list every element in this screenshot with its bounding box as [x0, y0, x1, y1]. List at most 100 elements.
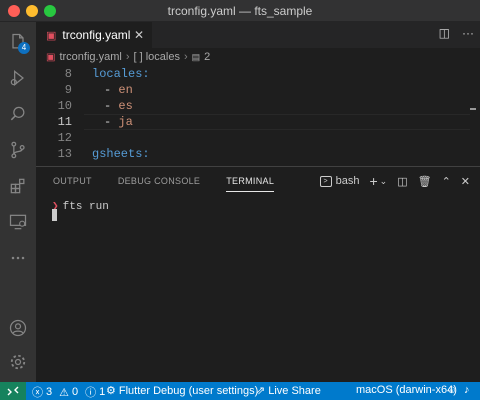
split-editor-icon[interactable]: ◫ [439, 26, 450, 40]
bottom-panel: OUTPUT DEBUG CONSOLE TERMINAL > bash + ⌄… [36, 166, 480, 382]
code-line: 8 locales: [36, 66, 480, 82]
code-line: 13 gsheets: [36, 146, 480, 162]
code-editor[interactable]: 8 locales: 9 - en 10 - es 11 - ja 12 13 … [36, 66, 480, 166]
activity-explorer[interactable]: 4 [0, 24, 36, 60]
line-number: 10 [57, 99, 72, 113]
breadcrumb-index[interactable]: 2 [204, 51, 210, 63]
panel-actions: > bash + ⌄ ◫ 🗑 ⌃ ✕ [319, 173, 470, 189]
line-number: 11 [57, 115, 72, 129]
yaml-icon: ▣ [46, 51, 56, 63]
line-number: 12 [57, 131, 72, 145]
activity-run-debug[interactable] [0, 60, 36, 96]
code-line: 12 [36, 130, 480, 146]
code-line: 10 - es [36, 98, 480, 114]
flutter-label: Flutter Debug (user settings) [118, 384, 259, 397]
window-title: trconfig.yaml — fts_sample [167, 4, 313, 18]
current-line-highlight [84, 114, 470, 130]
title-bar: trconfig.yaml — fts_sample [0, 0, 480, 22]
terminal-name: bash [335, 175, 360, 187]
activity-search[interactable] [0, 96, 36, 132]
yaml-key: gsheets: [92, 147, 150, 161]
activity-extensions[interactable] [0, 168, 36, 204]
terminal-icon: > [319, 175, 332, 187]
activity-source-control[interactable] [0, 132, 36, 168]
extensions-icon [10, 178, 25, 194]
tab-trconfig-yaml[interactable]: ▣ trconfig.yaml ✕ [36, 22, 152, 48]
explorer-badge: 4 [18, 42, 30, 54]
editor-tabs: ▣ trconfig.yaml ✕ ◫ ··· [36, 22, 480, 48]
bell-icon: ♪ [464, 384, 470, 396]
error-count: 3 [46, 386, 53, 398]
yaml-dash: - [104, 115, 119, 129]
feedback-button[interactable]: ☺ [446, 384, 457, 396]
activity-bar: 4 [0, 22, 36, 382]
error-icon: ⓧ [32, 387, 43, 399]
trash-icon[interactable]: 🗑 [418, 175, 432, 188]
terminal-cursor [52, 209, 57, 221]
activity-remote-explorer[interactable] [0, 204, 36, 240]
warning-count: 0 [72, 386, 79, 398]
line-number: 8 [64, 67, 72, 81]
editor-actions: ◫ ··· [439, 26, 474, 40]
tab-label: trconfig.yaml [62, 28, 131, 42]
remote-icon [7, 386, 19, 396]
info-icon: ⓘ [85, 387, 97, 399]
breadcrumb: ▣ trconfig.yaml › [ ] locales › ▤ 2 [36, 48, 480, 66]
yaml-dash: - [104, 83, 119, 97]
terminal-output[interactable]: ❯ fts run [52, 199, 109, 213]
terminal-selector[interactable]: > bash [319, 175, 360, 187]
ellipsis-icon [11, 256, 25, 260]
yaml-icon: ▣ [46, 29, 57, 42]
maximize-panel-icon[interactable]: ⌃ [442, 175, 451, 188]
code-line-active: 11 - ja [36, 114, 480, 130]
device-label: macOS (darwin-x64) [356, 384, 457, 396]
close-icon[interactable]: ✕ [134, 28, 144, 42]
activity-manage[interactable] [0, 344, 36, 380]
yaml-value: es [118, 99, 133, 113]
flutter-debug-config[interactable]: ⚙ Flutter Debug (user settings) [106, 384, 259, 398]
remote-indicator[interactable] [0, 382, 26, 400]
breadcrumb-locales[interactable]: [ ] locales [133, 51, 179, 63]
yaml-dash: - [104, 99, 119, 113]
panel-tabs: OUTPUT DEBUG CONSOLE TERMINAL [36, 167, 283, 195]
warning-icon: ⚠ [59, 386, 69, 399]
tab-debug-console[interactable]: DEBUG CONSOLE [101, 167, 209, 195]
more-actions-icon[interactable]: ··· [462, 26, 474, 40]
tab-terminal[interactable]: TERMINAL [209, 167, 283, 195]
yaml-value: ja [118, 115, 133, 129]
search-icon [10, 106, 25, 121]
chevron-right-icon: › [125, 51, 130, 63]
breadcrumb-file[interactable]: trconfig.yaml [59, 51, 121, 63]
chevron-down-icon[interactable]: ⌄ [380, 176, 388, 187]
feedback-icon: ☺ [446, 384, 458, 396]
code-line: 9 - en [36, 82, 480, 98]
tab-output[interactable]: OUTPUT [36, 167, 101, 195]
run-debug-icon [10, 70, 25, 86]
notifications-button[interactable]: ♪ [464, 384, 470, 396]
info-count: 1 [99, 386, 106, 398]
split-terminal-icon[interactable]: ◫ [397, 175, 407, 188]
new-terminal-icon[interactable]: + [369, 173, 377, 189]
device-selector[interactable]: macOS (darwin-x64) [356, 384, 457, 396]
yaml-value: en [118, 83, 133, 97]
line-number: 13 [57, 147, 72, 161]
remote-explorer-icon [9, 214, 27, 230]
account-icon [9, 319, 27, 337]
live-share-icon: ⇗ [256, 385, 266, 397]
gear-icon: ⚙ [106, 385, 116, 397]
list-item-icon: ▤ [191, 51, 201, 62]
activity-more[interactable] [0, 240, 36, 276]
gear-icon [10, 354, 26, 370]
live-share-button[interactable]: ⇗ Live Share [256, 384, 321, 398]
live-share-label: Live Share [268, 384, 321, 397]
activity-accounts[interactable] [0, 310, 36, 346]
status-bar: ⓧ 3 ⚠ 0 ⓘ 1 ⚙ Flutter Debug (user settings) … [0, 382, 480, 400]
chevron-right-icon: › [183, 51, 188, 63]
overview-ruler-marker [470, 108, 476, 110]
terminal-command: fts run [62, 201, 109, 213]
close-panel-icon[interactable]: ✕ [461, 175, 470, 188]
problems-indicator[interactable]: ⓧ 3 ⚠ 0 ⓘ 1 [32, 384, 105, 400]
yaml-key: locales: [92, 67, 150, 81]
source-control-icon [11, 141, 25, 159]
line-number: 9 [64, 83, 72, 97]
